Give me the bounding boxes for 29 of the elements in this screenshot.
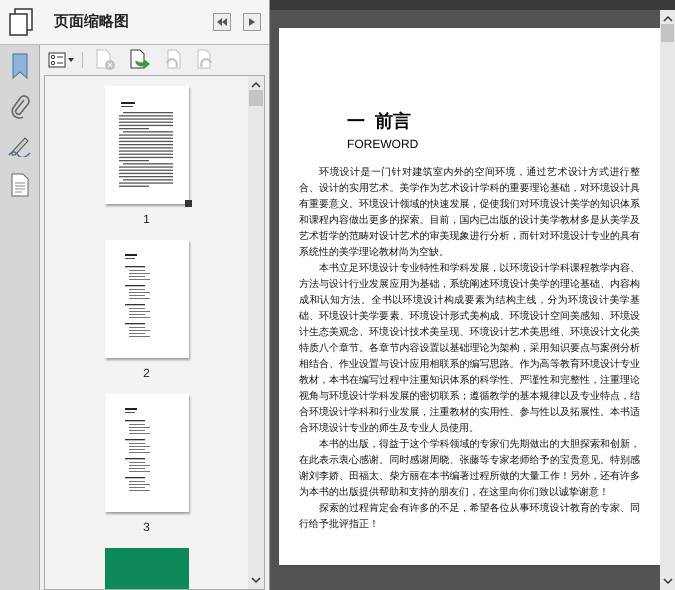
body-paragraph: 本书的出版，得益于这个学科领域的专家们先期做出的大胆探索和创新，在此表示衷心感谢。同时感谢周晓、张藤等专家老师给予的宝贵意见。特别感谢刘李娇、田福太、柴方丽在本书编著过程所做的大量工作！另外，还有许多为本书的出版提供帮助和支持的朋友们，在这里向你们致以诚挚谢意！ (299, 438, 640, 500)
options-menu-icon[interactable] (48, 52, 74, 68)
document-icon[interactable] (10, 173, 28, 197)
scrollbar-thumb[interactable] (249, 90, 263, 106)
page-thumbnail[interactable] (104, 394, 188, 512)
expand-button[interactable] (243, 13, 261, 31)
scrollbar[interactable] (660, 10, 675, 590)
body-paragraph: 探索的过程肯定会有许多的不足，希望各位从事环境设计教育的专家、同行给予批评指正！ (299, 502, 640, 532)
page-insert-icon[interactable] (129, 49, 151, 71)
page-number: 2 (143, 365, 150, 382)
scrollbar-thumb[interactable] (661, 24, 674, 42)
body-paragraph: 环境设计是一门针对建筑室内外的空间环境，通过艺术设计方式进行整合、设计的实用艺术。美学作为艺术设计学科的重要理论基础，对环境设计具有重要意义。环境设计领域的快速发展，促使我们对环境设计美学的知识体系和课程内容做出更多的探索。目前，国内已出版的设计美学教材多是从美学及艺术哲学的范畴对设计艺术的审美现象进行分析，而针对环境设计专业的具有系统性的美学理论教材尚为空缺。 (299, 166, 640, 260)
paperclip-icon[interactable] (10, 95, 30, 119)
signature-pen-icon[interactable] (8, 135, 32, 157)
view-marker[interactable] (184, 200, 192, 207)
page-thumbnail[interactable] (104, 86, 188, 204)
page-number: 3 (143, 519, 150, 536)
panel-title: 页面缩略图 (54, 12, 130, 32)
page-heading: 一 前言 (347, 110, 412, 133)
double-left-icon (217, 18, 227, 26)
page-thumbnail[interactable] (104, 240, 188, 358)
body-paragraph: 本书立足环境设计专业特性和学科发展，以环境设计学科课程教学内容、方法与设计行业发展应用为基础，系统阐述环境设计美学的理论基础、内容构成和认知方法。全书以环境设计构成要素为结构主线，分为环境设计美学基础、环境设计美学要素、环境设计形式美构成、环境设计空间美感知、环境设计生态美观念、环境设计技术美呈现、环境设计艺术美思维、环境设计文化美特质八个章节。各章节内容设置以基础理论为架构，采用知识要点与案例分析相结合、作业设置与设计应用相联系的编写思路。作为高等教育环境设计专业教材，本书在编写过程中注重知识体系的科学性、严谨性和完整性，注重理论视角与环境设计学科发展的密切联系；遵循教学的基本规律以及专业特点，结合环境设计学科和行业发展，注重教材的实用性、参与性以及拓展性。本书适合环境设计专业的师生及专业人员使用。 (299, 262, 640, 436)
page-subheading: FOREWORD (347, 136, 420, 153)
scrollbar[interactable] (248, 76, 264, 589)
right-triangle-icon (249, 18, 255, 26)
collapse-button[interactable] (213, 13, 231, 31)
bookmark-icon[interactable] (10, 53, 28, 79)
page-number: 1 (143, 211, 150, 228)
pages-icon (8, 8, 34, 36)
